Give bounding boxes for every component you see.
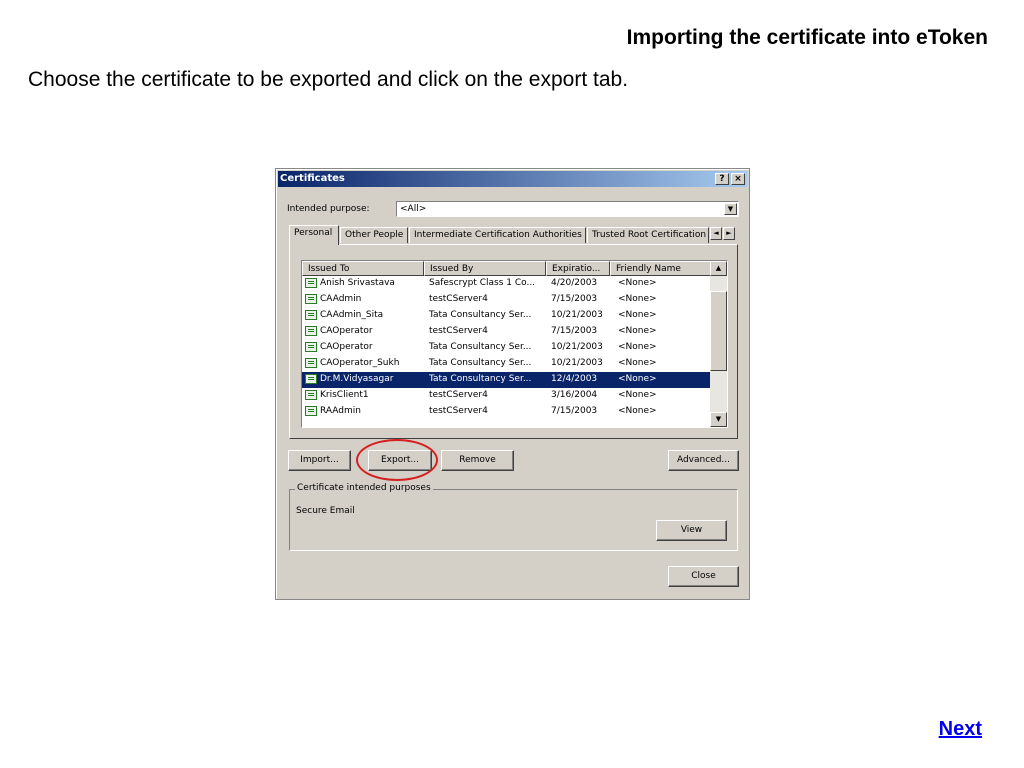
list-scrollbar[interactable]: ▲ ▼ [710,261,727,427]
intended-purposes-value: Secure Email [296,506,355,516]
certificate-icon [305,406,317,416]
list-header: Issued To Issued By Expiratio... Friendl… [302,261,712,276]
cell-expiration: 10/21/2003 [551,310,603,320]
scroll-up-icon[interactable]: ▲ [710,261,727,276]
cell-issued-by: testCServer4 [429,406,488,416]
table-row[interactable]: Anish Srivastava Safescrypt Class 1 Co...… [302,276,712,292]
title-close-button[interactable]: × [731,173,745,185]
instruction-text: Choose the certificate to be exported an… [28,68,629,91]
tab-personal[interactable]: Personal [289,225,339,245]
tab-trusted-root[interactable]: Trusted Root Certification [587,227,709,243]
certificate-list[interactable]: Issued To Issued By Expiratio... Friendl… [301,260,728,428]
chevron-down-icon[interactable]: ▼ [724,203,737,215]
cell-friendly-name: <None> [618,342,657,352]
cell-friendly-name: <None> [618,390,657,400]
tab-intermediate-ca[interactable]: Intermediate Certification Authorities [409,227,586,243]
import-button[interactable]: Import... [288,450,351,471]
certificate-icon [305,358,317,368]
table-row[interactable]: RAAdmin testCServer4 7/15/2003 <None> [302,404,712,420]
certificate-icon [305,294,317,304]
next-link[interactable]: Next [939,718,982,741]
cell-issued-to: RAAdmin [320,406,361,416]
cell-friendly-name: <None> [618,326,657,336]
cell-issued-by: Tata Consultancy Ser... [429,342,532,352]
tab-other-people[interactable]: Other People [340,227,408,243]
intended-purpose-label: Intended purpose: [287,204,370,214]
tab-scroll-right-icon[interactable]: ► [723,227,735,240]
cell-issued-to: CAAdmin_Sita [320,310,384,320]
cell-friendly-name: <None> [618,406,657,416]
cell-issued-to: CAOperator [320,326,373,336]
export-button[interactable]: Export... [368,450,432,471]
cell-issued-by: Tata Consultancy Ser... [429,358,532,368]
cell-friendly-name: <None> [618,278,657,288]
cell-issued-by: Tata Consultancy Ser... [429,310,532,320]
intended-purposes-label: Certificate intended purposes [295,483,433,493]
cell-issued-to: CAOperator_Sukh [320,358,400,368]
table-row[interactable]: CAOperator Tata Consultancy Ser... 10/21/2… [302,340,712,356]
cell-issued-by: Tata Consultancy Ser... [429,374,532,384]
certificate-icon [305,310,317,320]
certificate-icon [305,390,317,400]
slide-title: Importing the certificate into eToken [626,26,988,49]
column-issued-to[interactable]: Issued To [302,261,424,276]
certificates-dialog: Certificates ? × Intended purpose: <All>… [275,168,750,600]
cell-expiration: 4/20/2003 [551,278,598,288]
cell-friendly-name: <None> [618,310,657,320]
close-button[interactable]: Close [668,566,739,587]
intended-purposes-group: Certificate intended purposes Secure Ema… [289,483,738,551]
cell-friendly-name: <None> [618,294,657,304]
cell-expiration: 12/4/2003 [551,374,598,384]
view-button[interactable]: View [656,520,727,541]
table-row[interactable]: KrisClient1 testCServer4 3/16/2004 <None> [302,388,712,404]
advanced-button[interactable]: Advanced... [668,450,739,471]
tab-scroll-left-icon[interactable]: ◄ [710,227,722,240]
table-row[interactable]: CAOperator_Sukh Tata Consultancy Ser... 10… [302,356,712,372]
scroll-thumb[interactable] [710,291,727,371]
intended-purpose-value: <All> [400,204,427,214]
table-row[interactable]: CAAdmin testCServer4 7/15/2003 <None> [302,292,712,308]
certificate-icon [305,326,317,336]
tab-strip: Personal Other People Intermediate Certi… [289,225,743,245]
cell-expiration: 7/15/2003 [551,294,598,304]
column-friendly-name[interactable]: Friendly Name [610,261,712,276]
certificate-icon [305,278,317,288]
cell-issued-by: Safescrypt Class 1 Co... [429,278,536,288]
help-button[interactable]: ? [715,173,729,185]
cell-issued-to: CAAdmin [320,294,362,304]
cell-issued-by: testCServer4 [429,294,488,304]
cell-issued-to: CAOperator [320,342,373,352]
column-expiration[interactable]: Expiratio... [546,261,610,276]
cell-issued-to: Anish Srivastava [320,278,395,288]
table-row[interactable]: CAOperator testCServer4 7/15/2003 <None> [302,324,712,340]
dialog-titlebar: Certificates ? × [278,171,747,187]
remove-button[interactable]: Remove [441,450,514,471]
cell-issued-to: KrisClient1 [320,390,369,400]
cell-issued-by: testCServer4 [429,326,488,336]
cell-expiration: 7/15/2003 [551,326,598,336]
scroll-down-icon[interactable]: ▼ [710,412,727,427]
cell-issued-by: testCServer4 [429,390,488,400]
cell-expiration: 10/21/2003 [551,342,603,352]
column-issued-by[interactable]: Issued By [424,261,546,276]
cell-friendly-name: <None> [618,374,657,384]
cell-issued-to: Dr.M.Vidyasagar [320,374,394,384]
certificate-icon [305,374,317,384]
table-row[interactable]: Dr.M.Vidyasagar Tata Consultancy Ser... 12… [302,372,712,388]
cell-expiration: 7/15/2003 [551,406,598,416]
certificate-icon [305,342,317,352]
cell-expiration: 10/21/2003 [551,358,603,368]
tab-panel-personal: Issued To Issued By Expiratio... Friendl… [289,244,738,439]
dialog-title: Certificates [280,173,345,184]
table-row[interactable]: CAAdmin_Sita Tata Consultancy Ser... 10/21… [302,308,712,324]
cell-expiration: 3/16/2004 [551,390,598,400]
cell-friendly-name: <None> [618,358,657,368]
intended-purpose-select[interactable]: <All> ▼ [396,201,739,217]
